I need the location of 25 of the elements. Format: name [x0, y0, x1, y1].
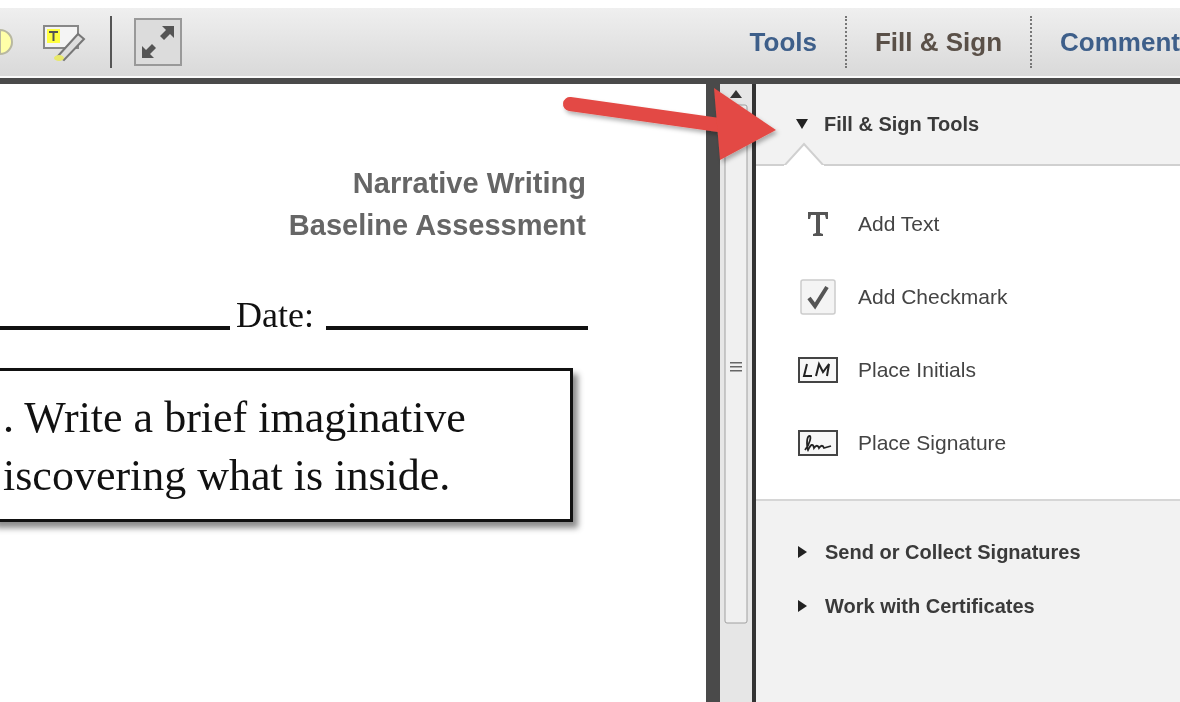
caret-icon — [798, 600, 807, 612]
text-icon — [807, 210, 829, 237]
tool-item[interactable]: Place Signature — [756, 406, 1180, 479]
document-title: Narrative Writing — [351, 166, 586, 201]
tab[interactable]: Fill & Sign — [847, 8, 1031, 76]
caret-icon — [796, 119, 808, 129]
section-header[interactable]: Work with Certificates — [756, 579, 1180, 633]
section-header[interactable]: Send or Collect Signatures — [756, 525, 1180, 579]
tab[interactable]: Tools — [749, 8, 845, 76]
tool-item[interactable]: Place Initials — [756, 333, 1180, 406]
checkmark-icon — [800, 278, 836, 315]
document-title: Baseline Assessment — [287, 208, 586, 243]
caret-icon — [798, 546, 807, 558]
tool-item[interactable]: Add Checkmark — [756, 260, 1180, 333]
initials-icon — [798, 356, 838, 383]
tool-item[interactable]: Add Text — [756, 187, 1180, 260]
text-edit-icon[interactable] — [42, 22, 86, 62]
prompt-text: iscovering what is inside. — [2, 450, 452, 502]
date-label: Date: — [236, 294, 314, 336]
tab[interactable]: Comment — [1032, 8, 1180, 76]
scroll-thumb[interactable] — [724, 104, 748, 624]
scroll-up-icon[interactable] — [730, 90, 742, 98]
signature-icon — [798, 429, 838, 456]
prompt-text: . Write a brief imaginative — [2, 392, 467, 444]
expand-icon[interactable] — [134, 18, 182, 66]
